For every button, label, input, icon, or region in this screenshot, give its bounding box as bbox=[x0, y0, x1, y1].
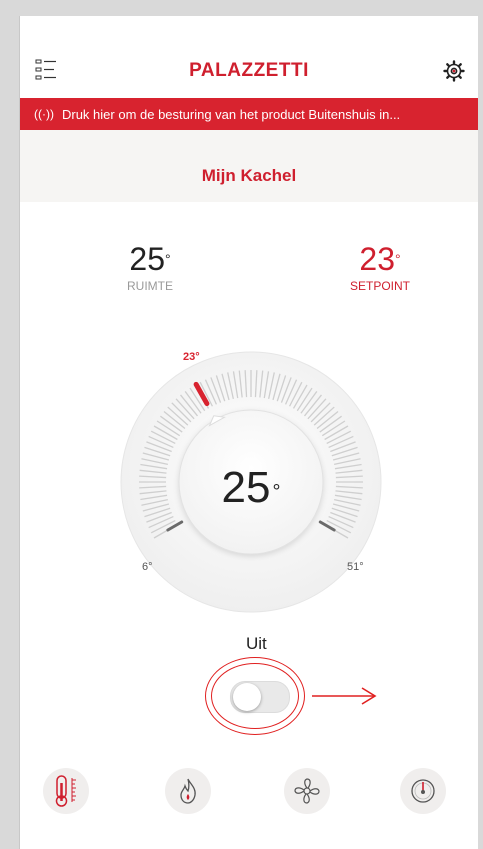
annotation-arrow bbox=[312, 687, 377, 705]
flame-icon bbox=[180, 778, 196, 804]
dial-center-value: 25 bbox=[222, 463, 271, 512]
brand-logo: PALAZZETTI bbox=[189, 60, 309, 81]
room-temperature: 25° RUIMTE bbox=[80, 243, 220, 293]
fan-icon bbox=[294, 778, 320, 804]
antenna-icon: ((·)) bbox=[34, 107, 54, 121]
setpoint-unit: ° bbox=[394, 251, 401, 267]
power-toggle-track[interactable] bbox=[230, 681, 290, 713]
power-state-label: Uit bbox=[246, 634, 267, 653]
remote-control-banner[interactable]: ((·)) Druk hier om de besturing van het … bbox=[20, 98, 478, 130]
nav-flame[interactable] bbox=[165, 768, 211, 814]
gauge-icon bbox=[411, 779, 435, 803]
nav-thermometer[interactable] bbox=[43, 768, 89, 814]
top-bar: PALAZZETTI bbox=[20, 16, 478, 98]
power-toggle[interactable] bbox=[224, 677, 294, 713]
nav-gauge[interactable] bbox=[400, 768, 446, 814]
setpoint-temperature: 23° SETPOINT bbox=[310, 243, 450, 293]
dial-max-label: 51° bbox=[347, 561, 364, 573]
temperature-dial[interactable]: 23° 6° 51° 25 ° bbox=[115, 334, 387, 614]
setpoint-marker-label: 23° bbox=[183, 351, 200, 363]
setpoint-label: SETPOINT bbox=[349, 279, 410, 293]
device-header: Mijn Kachel bbox=[20, 130, 478, 202]
power-toggle-knob[interactable] bbox=[233, 683, 261, 711]
nav-fan[interactable] bbox=[284, 768, 330, 814]
device-name: Mijn Kachel bbox=[201, 166, 297, 185]
dial-min-label: 6° bbox=[142, 561, 153, 573]
app-frame: PALAZZETTI ((·)) Druk hier om de besturi… bbox=[19, 16, 478, 849]
bottom-nav bbox=[20, 768, 478, 848]
room-temp-value: 25 bbox=[129, 241, 165, 277]
room-temp-unit: ° bbox=[164, 251, 171, 267]
thermometer-icon bbox=[55, 775, 76, 807]
setpoint-value: 23 bbox=[359, 241, 395, 277]
banner-text: Druk hier om de besturing van het produc… bbox=[61, 106, 401, 122]
gear-icon[interactable] bbox=[443, 60, 465, 82]
dial-center-unit: ° bbox=[272, 481, 280, 503]
room-temp-label: RUIMTE bbox=[127, 279, 173, 293]
